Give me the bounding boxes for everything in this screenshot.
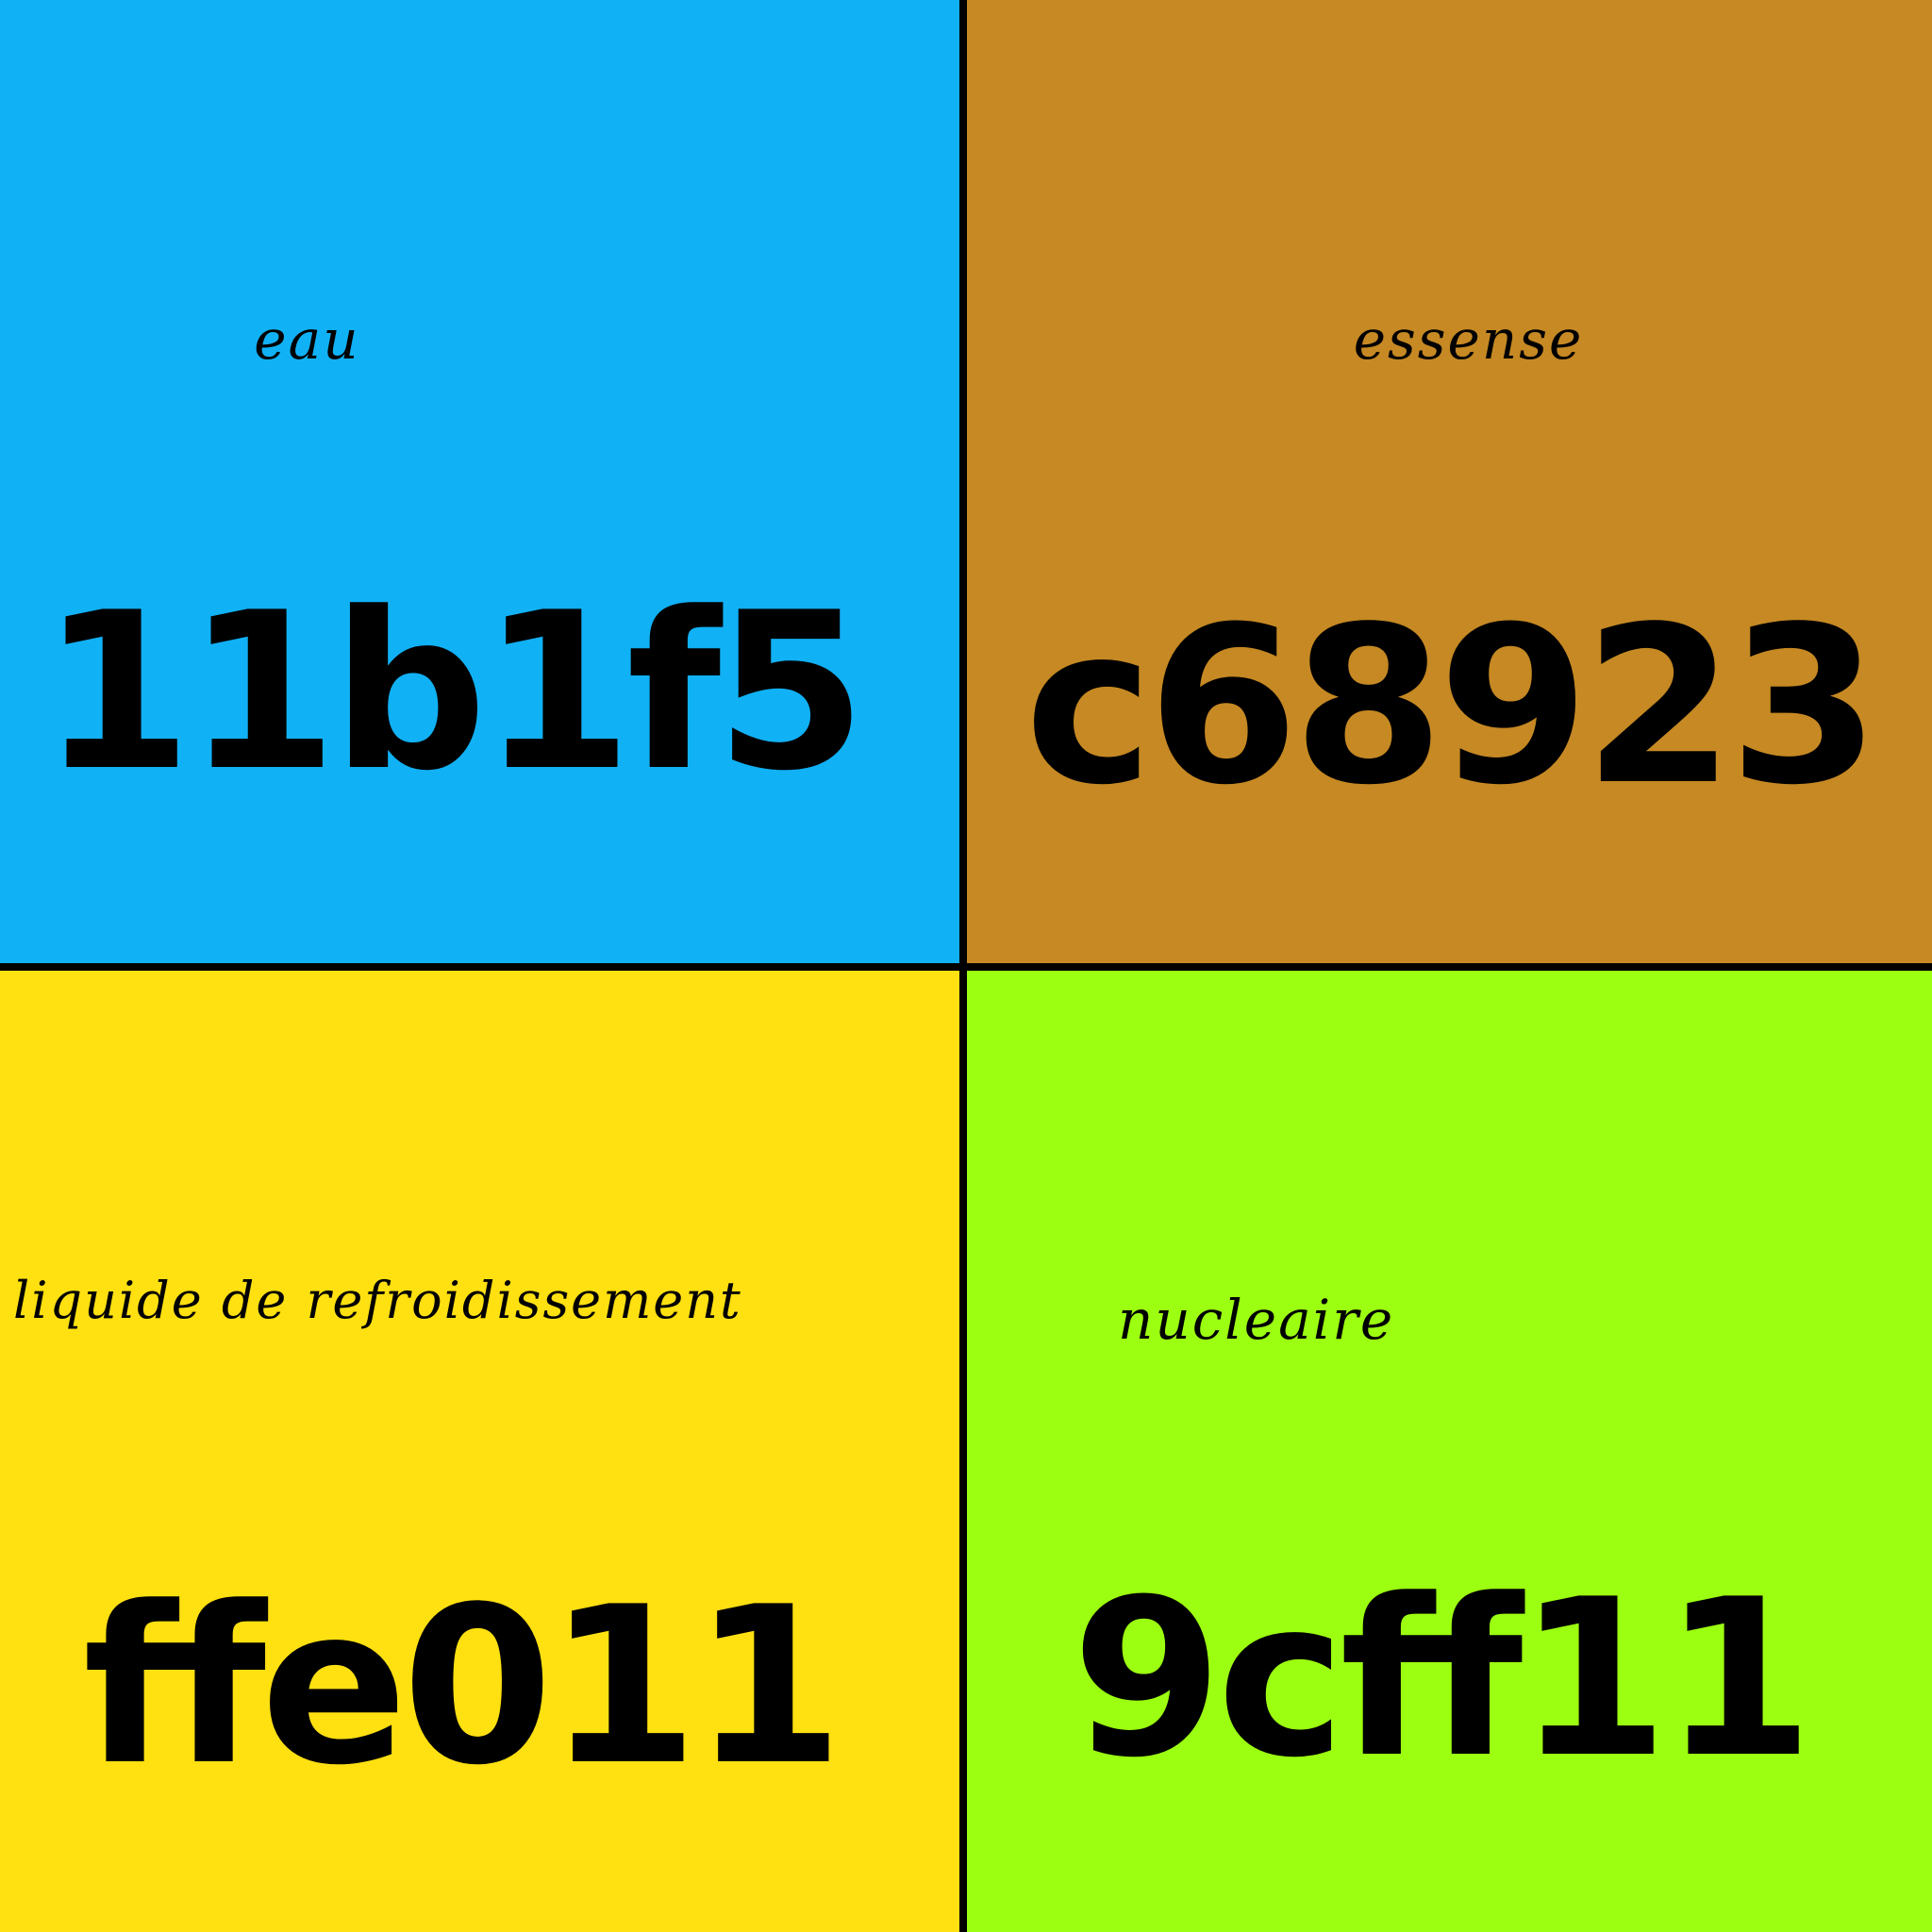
- swatch-liquide-de-refroidissement: liquide de refroidissement ffe011: [0, 971, 959, 1932]
- swatch-label: liquide de refroidissement: [13, 1271, 742, 1330]
- swatch-hex-code: 11b1f5: [41, 567, 867, 819]
- swatch-label: essense: [1353, 308, 1584, 372]
- swatch-eau: eau 11b1f5: [0, 0, 959, 963]
- swatch-essense: essense c68923: [967, 0, 1932, 963]
- swatch-hex-code: c68923: [1024, 581, 1880, 833]
- color-swatch-grid: eau 11b1f5 essense c68923 liquide de ref…: [0, 0, 1932, 1932]
- swatch-label: nucleaire: [1118, 1288, 1395, 1352]
- swatch-nucleaire: nucleaire 9cff11: [967, 971, 1932, 1932]
- swatch-label: eau: [254, 308, 360, 372]
- swatch-hex-code: ffe011: [83, 1561, 843, 1813]
- swatch-hex-code: 9cff11: [1071, 1554, 1814, 1806]
